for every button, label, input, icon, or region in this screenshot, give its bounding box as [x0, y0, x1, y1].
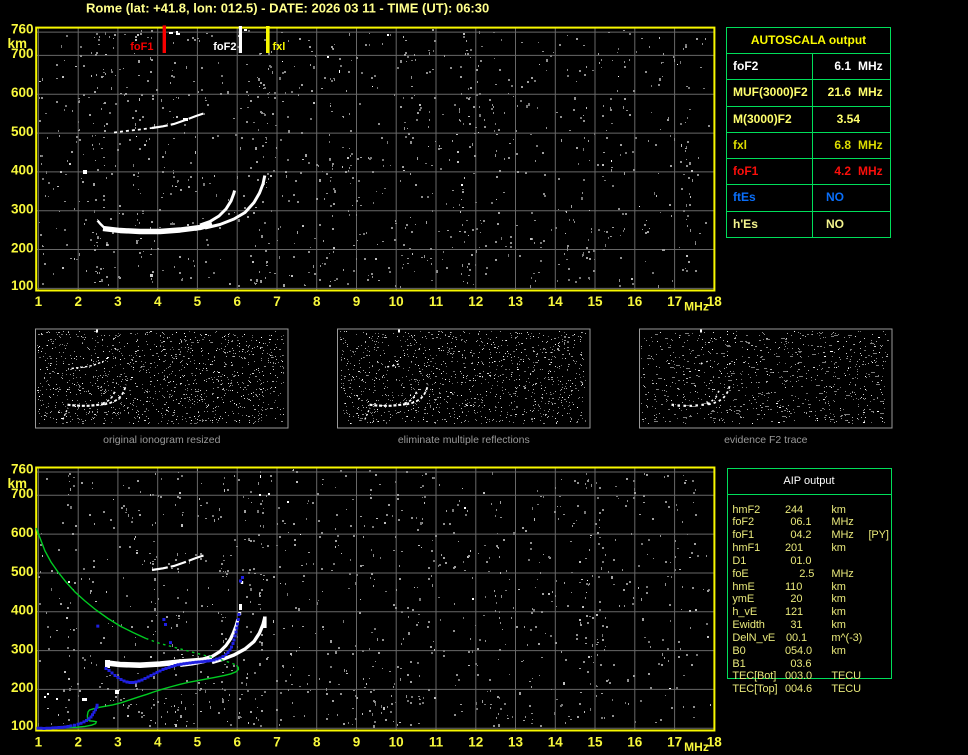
- svg-text:3: 3: [114, 294, 122, 309]
- svg-text:5: 5: [194, 294, 202, 309]
- svg-text:300: 300: [11, 641, 34, 656]
- svg-text:10: 10: [389, 294, 404, 309]
- svg-text:4: 4: [154, 734, 162, 749]
- svg-text:200: 200: [11, 240, 34, 255]
- svg-text:9: 9: [353, 294, 361, 309]
- svg-text:foF2: foF2: [213, 41, 236, 53]
- svg-text:MHz: MHz: [684, 740, 709, 754]
- svg-text:15: 15: [587, 294, 603, 309]
- svg-text:700: 700: [11, 486, 34, 501]
- svg-text:eliminate multiple reflections: eliminate multiple reflections: [398, 434, 530, 446]
- svg-text:16: 16: [627, 734, 643, 749]
- svg-text:7: 7: [273, 734, 281, 749]
- svg-text:15: 15: [587, 734, 603, 749]
- svg-text:11: 11: [429, 294, 444, 309]
- svg-text:foF1: foF1: [130, 41, 153, 53]
- svg-text:6: 6: [233, 734, 241, 749]
- svg-text:9: 9: [353, 734, 361, 749]
- svg-text:18: 18: [707, 294, 723, 309]
- svg-text:400: 400: [11, 163, 34, 178]
- svg-text:1: 1: [35, 734, 43, 749]
- svg-text:Rome (lat: +41.8, lon: 012.5): Rome (lat: +41.8, lon: 012.5) - DATE: 20…: [86, 1, 489, 16]
- svg-text:original ionogram resized: original ionogram resized: [103, 434, 220, 446]
- svg-text:evidence F2 trace: evidence F2 trace: [724, 434, 808, 446]
- svg-text:8: 8: [313, 294, 321, 309]
- svg-text:2: 2: [74, 734, 82, 749]
- svg-text:14: 14: [548, 294, 564, 309]
- svg-text:8: 8: [313, 734, 321, 749]
- svg-text:1: 1: [35, 294, 43, 309]
- svg-text:17: 17: [667, 294, 682, 309]
- svg-text:700: 700: [11, 46, 34, 61]
- svg-text:12: 12: [468, 734, 483, 749]
- svg-text:16: 16: [627, 294, 643, 309]
- svg-text:14: 14: [548, 734, 564, 749]
- svg-text:100: 100: [11, 718, 34, 733]
- svg-text:13: 13: [508, 734, 524, 749]
- svg-text:7: 7: [273, 294, 281, 309]
- svg-text:fxl: fxl: [273, 41, 286, 53]
- svg-text:5: 5: [194, 734, 202, 749]
- svg-text:500: 500: [11, 124, 34, 139]
- svg-text:2: 2: [74, 294, 82, 309]
- svg-text:400: 400: [11, 603, 34, 618]
- svg-text:13: 13: [508, 294, 524, 309]
- svg-text:500: 500: [11, 564, 34, 579]
- svg-text:760: 760: [11, 461, 34, 476]
- svg-text:600: 600: [11, 525, 34, 540]
- svg-text:17: 17: [667, 734, 682, 749]
- svg-text:11: 11: [429, 734, 444, 749]
- svg-text:6: 6: [233, 294, 241, 309]
- svg-text:4: 4: [154, 294, 162, 309]
- svg-text:300: 300: [11, 202, 34, 217]
- svg-text:600: 600: [11, 85, 34, 100]
- svg-text:18: 18: [707, 734, 723, 749]
- svg-text:10: 10: [389, 734, 404, 749]
- svg-text:200: 200: [11, 680, 34, 695]
- svg-text:3: 3: [114, 734, 122, 749]
- svg-text:MHz: MHz: [684, 300, 709, 314]
- svg-text:100: 100: [11, 278, 34, 293]
- svg-text:12: 12: [468, 294, 483, 309]
- svg-text:760: 760: [11, 21, 34, 36]
